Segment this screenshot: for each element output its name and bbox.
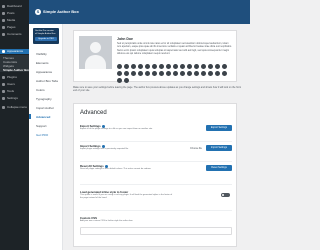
appearance-icon bbox=[2, 50, 5, 53]
github-icon[interactable] bbox=[159, 64, 164, 69]
divider bbox=[80, 184, 232, 185]
twitch-icon[interactable] bbox=[131, 71, 136, 76]
telegram-icon[interactable] bbox=[145, 71, 150, 76]
vimeo-icon[interactable] bbox=[187, 64, 192, 69]
divider bbox=[80, 161, 232, 162]
social-icons-row bbox=[117, 64, 233, 83]
posts-icon bbox=[2, 12, 5, 15]
import-settings-button[interactable]: Import Settings bbox=[206, 145, 232, 151]
pinterest-icon[interactable] bbox=[152, 64, 157, 69]
plugin-header: S Simple Author Box bbox=[29, 0, 250, 24]
mixcloud-icon[interactable] bbox=[215, 71, 220, 76]
choose-file-link[interactable]: Choose file bbox=[190, 147, 202, 150]
setting-import: Import Settings Import plugin settings f… bbox=[80, 144, 232, 158]
dribbble-icon[interactable] bbox=[166, 64, 171, 69]
setting-export: Export Settings Export all of the plugin… bbox=[80, 124, 232, 138]
nav-visibility[interactable]: Visibility bbox=[36, 52, 47, 56]
reddit-icon[interactable] bbox=[194, 64, 199, 69]
spotify-icon[interactable] bbox=[124, 71, 129, 76]
custom-css-textarea[interactable] bbox=[80, 227, 232, 235]
avatar-head bbox=[90, 42, 101, 53]
deviantart-icon[interactable] bbox=[124, 78, 129, 83]
vk-icon[interactable] bbox=[173, 71, 178, 76]
wp-submenu-simple-author-box[interactable]: Simple Author Box bbox=[3, 68, 30, 72]
inline-style-toggle[interactable] bbox=[221, 193, 230, 197]
comments-icon bbox=[2, 33, 5, 36]
upgrade-pro-button[interactable]: Upgrade to PRO bbox=[35, 37, 57, 41]
tumblr-icon[interactable] bbox=[180, 64, 185, 69]
divider bbox=[80, 210, 232, 211]
nav-appearance[interactable]: Appearance bbox=[36, 70, 52, 74]
pages-icon bbox=[2, 26, 5, 29]
setting-reset: Reset All Settings Reset all plugin sett… bbox=[80, 164, 232, 178]
behance-icon[interactable] bbox=[173, 64, 178, 69]
500px-icon[interactable] bbox=[194, 71, 199, 76]
author-name[interactable]: John Doe bbox=[117, 37, 133, 41]
export-desc: Export all of the plugin settings to a f… bbox=[80, 128, 153, 130]
linkedin-icon[interactable] bbox=[131, 64, 136, 69]
twitter-icon[interactable] bbox=[117, 64, 122, 69]
whatsapp-icon[interactable] bbox=[152, 71, 157, 76]
reset-settings-button[interactable]: Reset Settings bbox=[206, 165, 232, 171]
nav-elements[interactable]: Elements bbox=[36, 61, 49, 65]
import-desc: Import plugin settings from a previously… bbox=[80, 148, 129, 150]
email-icon[interactable] bbox=[215, 64, 220, 69]
help-text: Make sure to save your settings before l… bbox=[73, 86, 241, 93]
nav-import-author[interactable]: Import Author bbox=[36, 106, 54, 110]
plugin-title: Simple Author Box bbox=[43, 9, 79, 14]
main-content: John Doe Sed ut perspiciatis unde omnis … bbox=[63, 24, 250, 250]
nav-typography[interactable]: Typography bbox=[36, 97, 52, 101]
collapse-icon bbox=[2, 106, 5, 109]
wp-admin-sidebar: Dashboard Posts Media Pages Comments App… bbox=[0, 0, 30, 250]
goodreads-icon[interactable] bbox=[208, 71, 213, 76]
steam-icon[interactable] bbox=[222, 71, 227, 76]
pro-promo-box: Get the Pro version of Simple Author Box… bbox=[33, 28, 59, 44]
yelp-icon[interactable] bbox=[187, 71, 192, 76]
promo-line-2: of Simple Author Box bbox=[35, 33, 56, 35]
nav-support[interactable]: Support bbox=[36, 124, 47, 128]
flickr-icon[interactable] bbox=[201, 64, 206, 69]
custom-css-desc: Add your own custom CSS to further style… bbox=[80, 220, 134, 222]
rss-icon[interactable] bbox=[208, 64, 213, 69]
nav-author-box-tabs[interactable]: Author Box Tabs bbox=[36, 79, 58, 83]
skype-icon[interactable] bbox=[222, 64, 227, 69]
medium-icon[interactable] bbox=[138, 71, 143, 76]
author-box-preview: John Doe Sed ut perspiciatis unde omnis … bbox=[73, 30, 237, 83]
divider bbox=[80, 141, 232, 142]
section-title: Advanced bbox=[80, 110, 107, 116]
media-icon bbox=[2, 19, 5, 22]
advanced-section: Advanced Export Settings Export all of t… bbox=[73, 103, 237, 247]
nav-advanced[interactable]: Advanced bbox=[28, 114, 50, 119]
export-settings-button[interactable]: Export Settings bbox=[206, 125, 232, 131]
stackoverflow-icon[interactable] bbox=[117, 78, 122, 83]
facebook-icon[interactable] bbox=[124, 64, 129, 69]
plugin-nav: Get the Pro version of Simple Author Box… bbox=[28, 24, 63, 250]
avatar bbox=[79, 36, 112, 69]
author-bio: Sed ut perspiciatis unde omnis iste natu… bbox=[117, 42, 232, 55]
reset-desc: Reset all plugin settings to their defau… bbox=[80, 168, 152, 170]
wp-menu-appearance[interactable]: Appearance bbox=[0, 49, 29, 54]
nav-colors[interactable]: Colors bbox=[36, 88, 45, 92]
users-icon bbox=[2, 83, 5, 86]
wp-submenu: Themes Customize Widgets Simple Author B… bbox=[0, 55, 30, 72]
wordpress-icon[interactable] bbox=[159, 71, 164, 76]
xing-icon[interactable] bbox=[166, 71, 171, 76]
setting-inline-style: Load generated inline style to footer Th… bbox=[80, 190, 232, 206]
weibo-icon[interactable] bbox=[180, 71, 185, 76]
plugins-icon bbox=[2, 76, 5, 79]
youtube-icon[interactable] bbox=[145, 64, 150, 69]
nav-get-pro[interactable]: Get PRO bbox=[36, 133, 48, 137]
soundcloud-icon[interactable] bbox=[117, 71, 122, 76]
snapchat-icon[interactable] bbox=[201, 71, 206, 76]
instagram-icon[interactable] bbox=[138, 64, 143, 69]
settings-icon bbox=[2, 97, 5, 100]
dashboard-icon bbox=[2, 5, 5, 8]
plugin-logo: S bbox=[35, 9, 41, 15]
avatar-body bbox=[85, 55, 106, 69]
tools-icon bbox=[2, 90, 5, 93]
setting-custom-css: Custom CSS Add your own custom CSS to fu… bbox=[80, 216, 232, 242]
inline-style-desc: This option is useful if you are using a… bbox=[80, 194, 173, 199]
